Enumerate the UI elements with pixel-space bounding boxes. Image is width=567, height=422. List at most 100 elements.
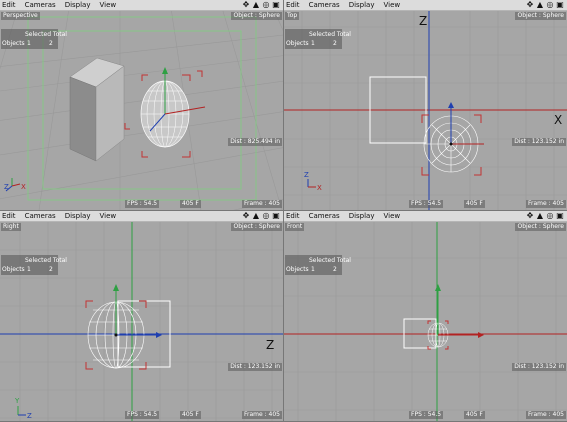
menu-display[interactable]: Display <box>65 0 91 11</box>
selection-info: Selected Total Objects 1 2 <box>285 255 351 275</box>
viewport-right[interactable]: Edit Cameras Display View ✥ ▲ ◎ ▣ Z Y Z … <box>0 211 283 421</box>
svg-text:Z: Z <box>304 171 309 179</box>
objects-total: 2 <box>333 40 337 47</box>
zoom-icon[interactable]: ◎ <box>262 1 270 9</box>
current-frame: Frame : 405 <box>242 200 282 208</box>
selected-total-label: Selected Total <box>309 257 351 264</box>
frames-readout: 405 F <box>464 411 485 419</box>
viewport-front[interactable]: Edit Cameras Display View ✥ ▲ ◎ ▣ Front … <box>284 211 567 421</box>
rotate-icon[interactable]: ▲ <box>252 212 260 220</box>
right-scene: Z Y Z <box>0 222 283 421</box>
front-scene <box>284 222 567 421</box>
rotate-icon[interactable]: ▲ <box>536 1 544 9</box>
current-frame: Frame : 405 <box>526 200 566 208</box>
viewport-canvas[interactable]: Front Object : Sphere Selected Total Obj… <box>284 222 567 421</box>
objects-selected: 1 <box>311 40 315 47</box>
maximize-icon[interactable]: ▣ <box>272 1 280 9</box>
selected-total-label: Selected Total <box>25 31 67 38</box>
objects-total: 2 <box>49 266 53 273</box>
camera-distance: Dist : 825.494 in <box>228 138 282 146</box>
menu-view[interactable]: View <box>384 0 401 11</box>
fps-readout: FPS : 54.5 <box>409 411 444 419</box>
viewport-top[interactable]: Edit Cameras Display View ✥ ▲ ◎ ▣ Z X Z … <box>284 0 567 210</box>
objects-selected: 1 <box>27 40 31 47</box>
objects-selected: 1 <box>311 266 315 273</box>
camera-distance: Dist : 123.152 in <box>228 363 282 371</box>
objects-label: Objects <box>2 40 25 47</box>
menu-edit[interactable]: Edit <box>2 211 16 222</box>
move-icon[interactable]: ✥ <box>526 1 534 9</box>
zoom-icon[interactable]: ◎ <box>262 212 270 220</box>
zoom-icon[interactable]: ◎ <box>546 1 554 9</box>
active-object: Object : Sphere <box>231 12 282 20</box>
active-object: Object : Sphere <box>515 12 566 20</box>
fps-readout: FPS : 54.5 <box>409 200 444 208</box>
fps-readout: FPS : 54.5 <box>125 200 160 208</box>
active-object: Object : Sphere <box>231 223 282 231</box>
menu-view[interactable]: View <box>100 211 117 222</box>
selection-info: Selected Total Objects 1 2 <box>285 29 351 49</box>
view-name: Perspective <box>1 12 40 20</box>
menu-display[interactable]: Display <box>349 211 375 222</box>
menu-cameras[interactable]: Cameras <box>25 0 56 11</box>
nav-icons: ✥ ▲ ◎ ▣ <box>526 212 564 220</box>
view-name: Front <box>285 223 305 231</box>
svg-text:Y: Y <box>14 397 20 405</box>
current-frame: Frame : 405 <box>242 411 282 419</box>
active-object: Object : Sphere <box>515 223 566 231</box>
menu-display[interactable]: Display <box>65 211 91 222</box>
fps-readout: FPS : 54.5 <box>125 411 160 419</box>
menu-cameras[interactable]: Cameras <box>309 211 340 222</box>
menu-view[interactable]: View <box>100 0 117 11</box>
frames-readout: 405 F <box>464 200 485 208</box>
objects-label: Objects <box>2 266 25 273</box>
selection-info: Selected Total Objects 1 2 <box>1 29 67 49</box>
maximize-icon[interactable]: ▣ <box>556 1 564 9</box>
move-icon[interactable]: ✥ <box>242 212 250 220</box>
selection-info: Selected Total Objects 1 2 <box>1 255 67 275</box>
viewport-perspective[interactable]: Edit Cameras Display View ✥ ▲ ◎ ▣ Z X Pe… <box>0 0 283 210</box>
view-name: Right <box>1 223 21 231</box>
camera-distance: Dist : 123.152 in <box>512 138 566 146</box>
menu-edit[interactable]: Edit <box>286 211 300 222</box>
viewport-canvas[interactable]: Z X Perspective Object : Sphere Selected… <box>0 11 283 210</box>
zoom-icon[interactable]: ◎ <box>546 212 554 220</box>
move-icon[interactable]: ✥ <box>242 1 250 9</box>
frames-readout: 405 F <box>180 200 201 208</box>
frames-readout: 405 F <box>180 411 201 419</box>
viewport-menubar: Edit Cameras Display View ✥ ▲ ◎ ▣ <box>0 0 283 11</box>
camera-distance: Dist : 123.152 in <box>512 363 566 371</box>
selected-total-label: Selected Total <box>25 257 67 264</box>
nav-icons: ✥ ▲ ◎ ▣ <box>242 212 280 220</box>
rotate-icon[interactable]: ▲ <box>536 212 544 220</box>
selected-total-label: Selected Total <box>309 31 351 38</box>
move-icon[interactable]: ✥ <box>526 212 534 220</box>
maximize-icon[interactable]: ▣ <box>556 212 564 220</box>
viewport-menubar: Edit Cameras Display View ✥ ▲ ◎ ▣ <box>0 211 283 222</box>
objects-total: 2 <box>49 40 53 47</box>
viewport-canvas[interactable]: Z X Z X Top Object: Sphere Selected Tot… <box>284 11 567 210</box>
svg-text:Z: Z <box>419 14 427 28</box>
menu-edit[interactable]: Edit <box>2 0 16 11</box>
objects-label: Objects <box>286 40 309 47</box>
viewport-menubar: Edit Cameras Display View ✥ ▲ ◎ ▣ <box>284 211 567 222</box>
svg-text:X: X <box>317 184 322 192</box>
menu-cameras[interactable]: Cameras <box>309 0 340 11</box>
svg-text:X: X <box>21 183 26 191</box>
svg-text:Z: Z <box>27 412 32 420</box>
objects-selected: 1 <box>27 266 31 273</box>
rotate-icon[interactable]: ▲ <box>252 1 260 9</box>
nav-icons: ✥ ▲ ◎ ▣ <box>526 1 564 9</box>
viewport-menubar: Edit Cameras Display View ✥ ▲ ◎ ▣ <box>284 0 567 11</box>
svg-text:X: X <box>554 113 562 127</box>
menu-display[interactable]: Display <box>349 0 375 11</box>
svg-text:Z: Z <box>4 183 9 191</box>
maximize-icon[interactable]: ▣ <box>272 212 280 220</box>
viewport-canvas[interactable]: Z Y Z Right Object: Sphere Selected Tot… <box>0 222 283 421</box>
objects-label: Objects <box>286 266 309 273</box>
viewport-grid: Edit Cameras Display View ✥ ▲ ◎ ▣ Z X Pe… <box>0 0 567 422</box>
menu-view[interactable]: View <box>384 211 401 222</box>
menu-cameras[interactable]: Cameras <box>25 211 56 222</box>
menu-edit[interactable]: Edit <box>286 0 300 11</box>
objects-total: 2 <box>333 266 337 273</box>
